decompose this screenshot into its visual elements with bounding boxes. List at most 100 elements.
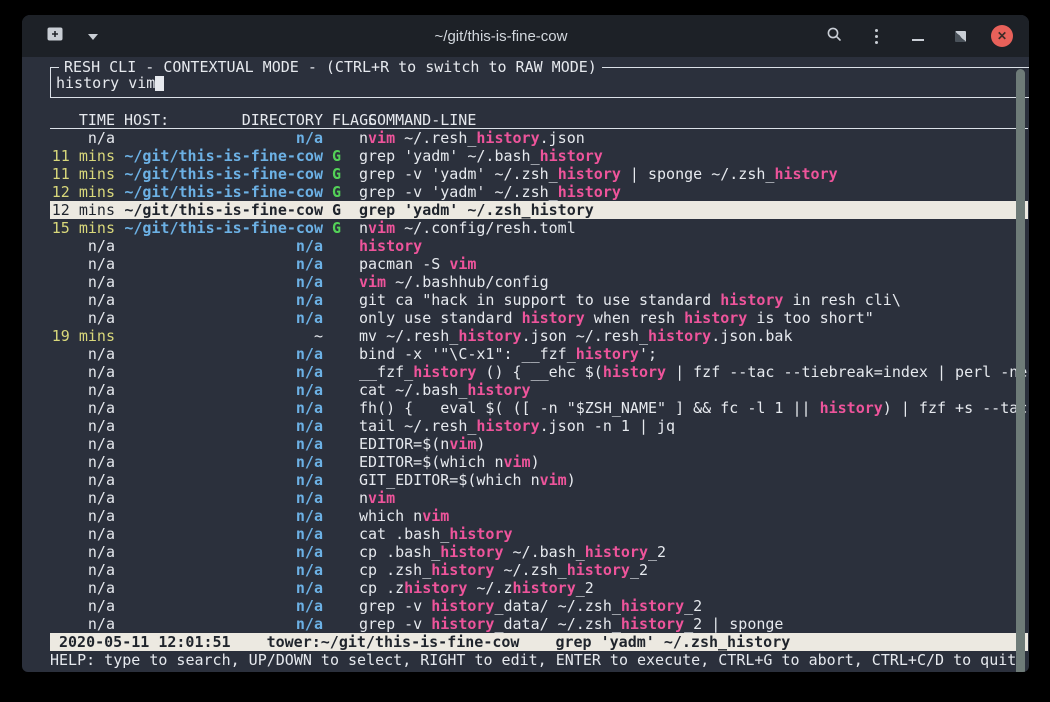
row-time: n/a — [50, 129, 115, 147]
row-flags — [332, 255, 359, 273]
minimize-icon — [912, 39, 924, 41]
row-time: n/a — [50, 363, 115, 381]
row-command: which nvim — [359, 507, 1028, 525]
history-row[interactable]: n/an/aGIT_EDITOR=$(which nvim) — [50, 471, 1028, 489]
row-command: EDITOR=$(nvim) — [359, 435, 1028, 453]
row-command: nvim — [359, 489, 1028, 507]
row-directory: ~/git/this-is-fine-cow — [124, 183, 323, 201]
new-tab-icon — [47, 27, 63, 46]
row-time: n/a — [50, 435, 115, 453]
restore-button[interactable] — [949, 24, 971, 48]
history-row[interactable]: n/an/agit ca "hack in support to use sta… — [50, 291, 1028, 309]
chevron-down-icon — [88, 27, 98, 45]
search-panel-title: RESH CLI - CONTEXTUAL MODE - (CTRL+R to … — [59, 58, 602, 76]
row-flags — [332, 327, 359, 345]
row-command: fh() { eval $( ([ -n "$ZSH_NAME" ] && fc… — [359, 399, 1028, 417]
row-flags — [332, 435, 359, 453]
menu-button[interactable] — [865, 24, 887, 48]
history-row[interactable]: n/a n/a nvim — [50, 489, 1028, 507]
row-directory: n/a — [124, 489, 323, 507]
history-row[interactable]: n/an/avim ~/.bashhub/config — [50, 273, 1028, 291]
row-directory: n/a — [124, 561, 323, 579]
history-row[interactable]: n/an/ahistory — [50, 237, 1028, 255]
history-list: n/an/anvim ~/.resh_history.json11 mins ~/… — [50, 129, 1028, 633]
row-directory: ~/git/this-is-fine-cow — [124, 147, 323, 165]
close-button[interactable]: ✕ — [991, 24, 1013, 48]
row-command: nvim ~/.config/resh.toml — [359, 219, 1028, 237]
history-row[interactable]: 15 mins~/git/this-is-fine-cowGnvim ~/.co… — [50, 219, 1028, 237]
row-flags — [332, 363, 359, 381]
minimize-button[interactable] — [907, 24, 929, 48]
new-tab-button[interactable] — [44, 24, 66, 48]
row-time: n/a — [50, 561, 115, 579]
row-command: only use standard history when resh hist… — [359, 309, 1028, 327]
history-row[interactable]: n/a n/a cat .bash_history — [50, 525, 1028, 543]
history-row[interactable]: n/an/aEDITOR=$(nvim) — [50, 435, 1028, 453]
row-directory: ~ — [124, 327, 323, 345]
history-row[interactable]: n/an/aonly use standard history when res… — [50, 309, 1028, 327]
header-host: HOST: — [124, 111, 169, 128]
row-command: __fzf_history () { __ehc $(history | fzf… — [359, 363, 1028, 381]
history-row[interactable]: n/a n/a __fzf_history () { __ehc $(history… — [50, 363, 1028, 381]
row-flags: G — [332, 147, 359, 165]
row-command: EDITOR=$(which nvim) — [359, 453, 1028, 471]
row-flags — [332, 309, 359, 327]
row-time: n/a — [50, 543, 115, 561]
row-directory: n/a — [124, 453, 323, 471]
history-row[interactable]: n/a n/a EDITOR=$(which nvim) — [50, 453, 1028, 471]
row-directory: ~/git/this-is-fine-cow — [124, 201, 323, 219]
row-command: vim ~/.bashhub/config — [359, 273, 1028, 291]
history-row[interactable]: n/a n/a which nvim — [50, 507, 1028, 525]
row-time: n/a — [50, 525, 115, 543]
row-flags: G — [332, 165, 359, 183]
row-flags — [332, 525, 359, 543]
terminal-content: RESH CLI - CONTEXTUAL MODE - (CTRL+R to … — [22, 67, 1029, 672]
scrollbar-thumb[interactable] — [1016, 69, 1025, 672]
row-directory: n/a — [124, 417, 323, 435]
row-time: 11 mins — [50, 147, 115, 165]
tab-switcher-button[interactable] — [82, 24, 104, 48]
history-row[interactable]: n/an/apacman -S vim — [50, 255, 1028, 273]
row-time: n/a — [50, 489, 115, 507]
row-flags — [332, 507, 359, 525]
row-time: n/a — [50, 345, 115, 363]
history-row[interactable]: 11 mins~/git/this-is-fine-cowGgrep -v 'y… — [50, 165, 1028, 183]
row-command: cat .bash_history — [359, 525, 1028, 543]
history-row[interactable]: n/an/acat ~/.bash_history — [50, 381, 1028, 399]
history-row[interactable]: n/an/abind -x '"\C-x1": __fzf_history'; — [50, 345, 1028, 363]
history-row[interactable]: n/an/agrep -v history_data/ ~/.zsh_histo… — [50, 615, 1028, 633]
search-button[interactable] — [823, 24, 845, 48]
row-directory: ~/git/this-is-fine-cow — [124, 165, 323, 183]
titlebar: ~/git/this-is-fine-cow ✕ — [22, 15, 1029, 57]
row-command: cp .zsh_history ~/.zsh_history_2 — [359, 561, 1028, 579]
history-row[interactable]: n/an/acp .bash_history ~/.bash_history_2 — [50, 543, 1028, 561]
row-directory: n/a — [124, 507, 323, 525]
row-time: n/a — [50, 453, 115, 471]
history-row[interactable]: n/an/agrep -v history_data/ ~/.zsh_histo… — [50, 597, 1028, 615]
row-directory: n/a — [124, 525, 323, 543]
history-row-selected[interactable]: 12 mins~/git/this-is-fine-cowGgrep 'yadm… — [50, 201, 1028, 219]
row-command: cp .bash_history ~/.bash_history_2 — [359, 543, 1028, 561]
history-row[interactable]: 12 mins~/git/this-is-fine-cowGgrep -v 'y… — [50, 183, 1028, 201]
history-row[interactable]: n/an/afh() { eval $( ([ -n "$ZSH_NAME" ]… — [50, 399, 1028, 417]
row-time: n/a — [50, 255, 115, 273]
terminal-window: ~/git/this-is-fine-cow ✕ RESH CLI - C — [22, 15, 1029, 672]
history-row[interactable]: n/an/atail ~/.resh_history.json -n 1 | j… — [50, 417, 1028, 435]
history-row[interactable]: n/an/acp .zhistory ~/.zhistory_2 — [50, 579, 1028, 597]
row-time: n/a — [50, 507, 115, 525]
history-row[interactable]: n/an/anvim ~/.resh_history.json — [50, 129, 1028, 147]
history-row[interactable]: 19 mins~mv ~/.resh_history.json ~/.resh_… — [50, 327, 1028, 345]
history-row[interactable]: 11 mins~/git/this-is-fine-cowGgrep 'yadm… — [50, 147, 1028, 165]
row-flags: G — [332, 183, 359, 201]
row-directory: n/a — [124, 273, 323, 291]
row-flags — [332, 453, 359, 471]
header-directory: DIRECTORY — [242, 111, 323, 128]
row-flags — [332, 129, 359, 147]
row-time: n/a — [50, 309, 115, 327]
row-directory: n/a — [124, 363, 323, 381]
row-flags: G — [332, 201, 359, 219]
row-command: grep -v history_data/ ~/.zsh_history_2 |… — [359, 615, 1028, 633]
window-title: ~/git/this-is-fine-cow — [194, 28, 808, 45]
row-flags — [332, 489, 359, 507]
history-row[interactable]: n/a n/a cp .zsh_history ~/.zsh_history_2 — [50, 561, 1028, 579]
